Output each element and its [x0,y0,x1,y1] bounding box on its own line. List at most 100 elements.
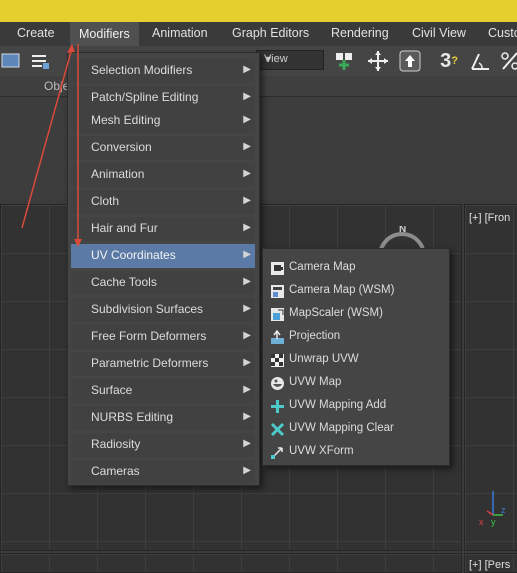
submenu-item-label: Camera Map [289,261,356,273]
submenu-arrow-icon: ▶ [243,465,251,476]
submenu-item-camera-map[interactable]: Camera Map [265,258,445,279]
submenu-item-unwrap-uvw[interactable]: Unwrap UVW [265,350,445,371]
uvw-mapping-clear-icon [270,422,285,437]
submenu-item-uvw-map[interactable]: UVW Map [265,373,445,394]
submenu-arrow-icon: ▶ [243,276,251,287]
title-strip [0,0,517,22]
menu-item-parametric-deformers[interactable]: Parametric Deformers ▶ [71,352,255,376]
submenu-arrow-icon: ▶ [243,114,251,125]
menu-item-cameras[interactable]: Cameras ▶ [71,460,255,484]
viewport-bottom-left[interactable] [0,553,462,573]
menu-customize[interactable]: Custo [488,26,517,40]
uvw-xform-icon [271,447,283,459]
menu-item-label: UV Coordinates [91,248,176,262]
axis-y-label: y [491,517,496,527]
submenu-item-label: UVW XForm [289,445,354,457]
menu-item-cache-tools[interactable]: Cache Tools ▶ [71,271,255,295]
submenu-item-mapscaler-wsm[interactable]: MapScaler (WSM) [265,304,445,325]
camera-map-wsm-icon [271,285,284,298]
menu-item-label: Cache Tools [91,275,157,289]
viewport-front[interactable]: [+] [Fron z x y [464,204,517,551]
menu-item-subdivision-surfaces[interactable]: Subdivision Surfaces ▶ [71,298,255,322]
submenu-arrow-icon: ▶ [243,330,251,341]
menu-item-free-form-deformers[interactable]: Free Form Deformers ▶ [71,325,255,349]
menu-item-mesh-editing[interactable]: Mesh Editing ▶ [71,109,255,133]
submenu-item-label: UVW Mapping Add [289,399,387,411]
camera-map-icon [271,262,284,275]
ribbon-label: Obje [44,79,70,93]
menu-bar: Create Modifiers Animation Graph Editors… [0,22,517,47]
menu-item-label: Patch/Spline Editing [91,90,199,104]
submenu-arrow-icon: ▶ [243,195,251,206]
menu-item-radiosity[interactable]: Radiosity ▶ [71,433,255,457]
uvw-map-icon [271,377,284,390]
menu-item-label: Selection Modifiers [91,63,193,77]
compass-north-label: N [399,226,407,235]
angle-snap-icon[interactable] [468,49,492,73]
submenu-arrow-icon: ▶ [243,411,251,422]
menu-item-nurbs-editing[interactable]: NURBS Editing ▶ [71,406,255,430]
projection-icon [271,330,284,344]
viewport-front-label[interactable]: [+] [Fron [469,212,510,224]
submenu-item-uvw-xform[interactable]: UVW XForm [265,442,445,463]
menu-item-label: Mesh Editing [91,113,161,127]
select-by-name-icon[interactable] [28,49,52,73]
select-object-icon[interactable] [0,49,22,73]
uvw-mapping-add-icon [271,400,284,413]
submenu-arrow-icon: ▶ [243,384,251,395]
menu-item-label: Free Form Deformers [91,329,207,343]
menu-item-label: Animation [91,167,145,181]
menu-item-label: Parametric Deformers [91,356,209,370]
reference-coordinate-dropdown[interactable]: View ▼ [256,50,324,70]
viewport-perspective[interactable]: [+] [Pers [464,553,517,573]
menu-item-label: Conversion [91,140,152,154]
submenu-arrow-icon: ▶ [243,222,251,233]
chevron-down-icon: ▼ [264,54,273,64]
menu-item-selection-modifiers[interactable]: Selection Modifiers ▶ [71,59,255,83]
menu-modifiers[interactable]: Modifiers [70,22,139,46]
axis-tripod-icon [486,491,503,516]
menu-item-label: NURBS Editing [91,410,174,424]
menu-item-uv-coordinates[interactable]: UV Coordinates ▶ [71,244,255,268]
menu-rendering[interactable]: Rendering [331,26,389,40]
submenu-item-camera-map-wsm[interactable]: Camera Map (WSM) [265,281,445,302]
submenu-item-label: UVW Mapping Clear [289,422,394,434]
modifiers-menu: Selection Modifiers ▶ Patch/Spline Editin… [67,52,260,486]
submenu-item-label: MapScaler (WSM) [289,307,383,319]
submenu-arrow-icon: ▶ [243,303,251,314]
menu-civil-view[interactable]: Civil View [412,26,466,40]
submenu-arrow-icon: ▶ [243,249,251,260]
menu-item-conversion[interactable]: Conversion ▶ [71,136,255,160]
menu-item-label: Surface [91,383,133,397]
uv-coordinates-submenu: Camera Map Camera Map (WSM) MapScaler (W… [262,248,450,466]
menu-item-hair-and-fur[interactable]: Hair and Fur ▶ [71,217,255,241]
menu-item-animation[interactable]: Animation ▶ [71,163,255,187]
unwrap-uvw-icon [271,354,284,367]
submenu-item-uvw-mapping-add[interactable]: UVW Mapping Add [265,396,445,417]
axis-x-label: x [479,517,484,527]
submenu-arrow-icon: ▶ [243,438,251,449]
select-manipulate-icon[interactable] [398,49,422,73]
submenu-arrow-icon: ▶ [243,64,251,75]
menu-graph-editors[interactable]: Graph Editors [232,26,309,40]
menu-animation[interactable]: Animation [152,26,208,40]
percent-snap-icon[interactable] [498,49,517,73]
submenu-arrow-icon: ▶ [243,168,251,179]
viewport-perspective-label[interactable]: [+] [Pers [469,559,510,571]
pivot-center-icon[interactable] [332,49,356,73]
menu-item-surface[interactable]: Surface ▶ [71,379,255,403]
menu-create[interactable]: Create [17,26,55,40]
mapscaler-icon [271,308,284,321]
submenu-item-label: UVW Map [289,376,342,388]
submenu-arrow-icon: ▶ [243,141,251,152]
menu-item-patch-spline-editing[interactable]: Patch/Spline Editing ▶ [71,86,255,110]
submenu-arrow-icon: ▶ [243,357,251,368]
submenu-item-projection[interactable]: Projection [265,327,445,348]
menu-item-label: Radiosity [91,437,141,451]
submenu-item-uvw-mapping-clear[interactable]: UVW Mapping Clear [265,419,445,440]
menu-item-cloth[interactable]: Cloth ▶ [71,190,255,214]
menu-item-label: Hair and Fur [91,221,158,235]
snaps-toggle-icon[interactable]: 3? [434,49,464,73]
menu-item-label: Cloth [91,194,120,208]
move-gizmo-icon[interactable] [366,49,390,73]
